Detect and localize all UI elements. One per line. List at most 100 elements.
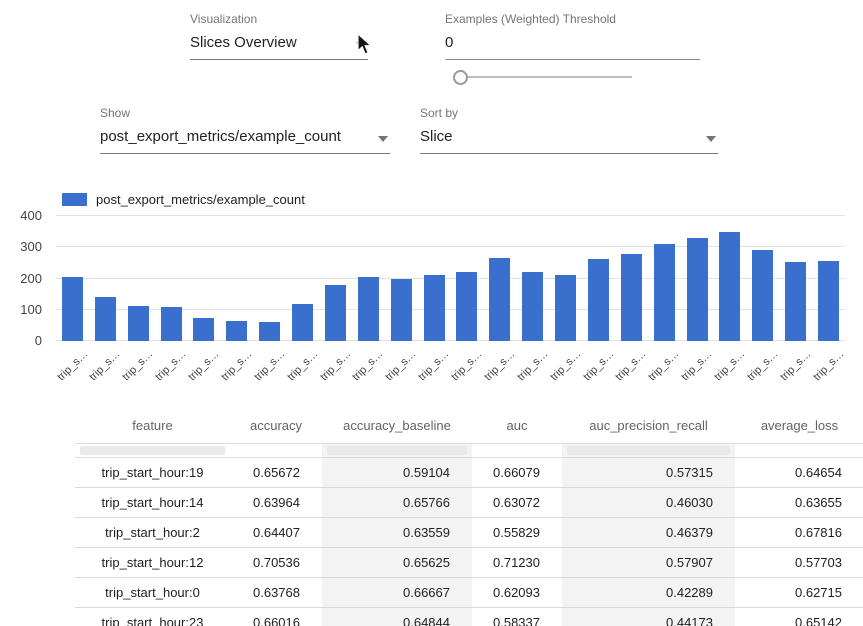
column-header-average_loss[interactable]: average_loss bbox=[735, 408, 863, 444]
column-header-auc[interactable]: auc bbox=[472, 408, 562, 444]
filter-input[interactable] bbox=[327, 446, 467, 455]
x-tick-slot: trip_s… bbox=[714, 343, 747, 389]
tfma-slicing-metrics-view: Visualization Slices Overview Examples (… bbox=[0, 0, 863, 626]
x-tick-slot: trip_s… bbox=[582, 343, 615, 389]
bar-slot bbox=[188, 216, 221, 341]
threshold-slider[interactable] bbox=[451, 69, 632, 84]
bar[interactable] bbox=[687, 238, 708, 341]
slider-knob[interactable] bbox=[453, 70, 468, 85]
visualization-label: Visualization bbox=[190, 12, 368, 26]
table-row[interactable]: trip_start_hour:120.705360.656250.712300… bbox=[75, 548, 863, 578]
x-tick-slot: trip_s… bbox=[89, 343, 122, 389]
visualization-value: Slices Overview bbox=[190, 34, 297, 51]
filter-cell bbox=[472, 444, 562, 458]
table-header-row: featureaccuracyaccuracy_baselineaucauc_p… bbox=[75, 408, 863, 444]
x-tick-label: trip_s… bbox=[318, 348, 353, 383]
bar[interactable] bbox=[292, 304, 313, 342]
cell-feature: trip_start_hour:2 bbox=[75, 518, 230, 548]
cell-metric: 0.65672 bbox=[230, 458, 322, 488]
bar[interactable] bbox=[128, 306, 149, 341]
bar-slot bbox=[319, 216, 352, 341]
bar[interactable] bbox=[456, 272, 477, 341]
visualization-dropdown[interactable]: Slices Overview bbox=[190, 28, 368, 60]
cell-metric: 0.67816 bbox=[735, 518, 863, 548]
x-tick-slot: trip_s… bbox=[451, 343, 484, 389]
cell-metric: 0.57315 bbox=[562, 458, 735, 488]
legend-swatch bbox=[62, 193, 87, 206]
bar[interactable] bbox=[588, 259, 609, 341]
bar[interactable] bbox=[752, 250, 773, 341]
bar[interactable] bbox=[325, 285, 346, 341]
cell-metric: 0.42289 bbox=[562, 578, 735, 608]
filter-input[interactable] bbox=[80, 446, 225, 455]
x-tick-slot: trip_s… bbox=[615, 343, 648, 389]
cell-metric: 0.55829 bbox=[472, 518, 562, 548]
y-tick-label: 400 bbox=[20, 208, 42, 223]
column-header-accuracy_baseline[interactable]: accuracy_baseline bbox=[322, 408, 472, 444]
x-tick-label: trip_s… bbox=[614, 348, 649, 383]
bar[interactable] bbox=[259, 322, 280, 341]
cell-metric: 0.66079 bbox=[472, 458, 562, 488]
bar-slot bbox=[155, 216, 188, 341]
cell-metric: 0.46030 bbox=[562, 488, 735, 518]
column-header-accuracy[interactable]: accuracy bbox=[230, 408, 322, 444]
bar[interactable] bbox=[193, 318, 214, 341]
bar[interactable] bbox=[358, 277, 379, 341]
table-row[interactable]: trip_start_hour:190.656720.591040.660790… bbox=[75, 458, 863, 488]
bar[interactable] bbox=[719, 232, 740, 341]
filter-input[interactable] bbox=[567, 446, 730, 455]
bar[interactable] bbox=[621, 254, 642, 341]
cell-metric: 0.46379 bbox=[562, 518, 735, 548]
bar[interactable] bbox=[226, 321, 247, 341]
bar[interactable] bbox=[424, 275, 445, 341]
show-label: Show bbox=[100, 106, 390, 120]
bar[interactable] bbox=[555, 275, 576, 341]
cell-metric: 0.65142 bbox=[735, 608, 863, 626]
bar[interactable] bbox=[654, 244, 675, 342]
bar[interactable] bbox=[489, 258, 510, 341]
bar-slot bbox=[56, 216, 89, 341]
cell-metric: 0.63655 bbox=[735, 488, 863, 518]
x-tick-label: trip_s… bbox=[712, 348, 747, 383]
slider-track[interactable] bbox=[453, 76, 632, 78]
x-tick-label: trip_s… bbox=[285, 348, 320, 383]
bar[interactable] bbox=[161, 307, 182, 341]
bar[interactable] bbox=[62, 277, 83, 341]
bar[interactable] bbox=[95, 297, 116, 341]
bar[interactable] bbox=[522, 272, 543, 341]
bar[interactable] bbox=[818, 261, 839, 341]
column-header-feature[interactable]: feature bbox=[75, 408, 230, 444]
table-row[interactable]: trip_start_hour:230.660160.648440.583370… bbox=[75, 608, 863, 626]
x-tick-label: trip_s… bbox=[416, 348, 451, 383]
x-tick-slot: trip_s… bbox=[253, 343, 286, 389]
table-row[interactable]: trip_start_hour:140.639640.657660.630720… bbox=[75, 488, 863, 518]
filter-cell bbox=[322, 444, 472, 458]
bar-slot bbox=[286, 216, 319, 341]
cell-metric: 0.71230 bbox=[472, 548, 562, 578]
filter-cell bbox=[230, 444, 322, 458]
show-dropdown[interactable]: post_export_metrics/example_count bbox=[100, 122, 390, 154]
sort-by-dropdown[interactable]: Slice bbox=[420, 122, 718, 154]
bar-slot bbox=[779, 216, 812, 341]
x-tick-label: trip_s… bbox=[646, 348, 681, 383]
filter-cell bbox=[735, 444, 863, 458]
cell-metric: 0.65625 bbox=[322, 548, 472, 578]
filter-cell bbox=[75, 444, 230, 458]
x-tick-label: trip_s… bbox=[679, 348, 714, 383]
x-tick-slot: trip_s… bbox=[418, 343, 451, 389]
bar-slot bbox=[451, 216, 484, 341]
bar-slot bbox=[89, 216, 122, 341]
cell-feature: trip_start_hour:14 bbox=[75, 488, 230, 518]
show-value: post_export_metrics/example_count bbox=[100, 128, 341, 145]
cell-metric: 0.63964 bbox=[230, 488, 322, 518]
x-tick-slot: trip_s… bbox=[286, 343, 319, 389]
table-row[interactable]: trip_start_hour:00.637680.666670.620930.… bbox=[75, 578, 863, 608]
column-header-auc_precision_recall[interactable]: auc_precision_recall bbox=[562, 408, 735, 444]
cell-metric: 0.59104 bbox=[322, 458, 472, 488]
bar[interactable] bbox=[785, 262, 806, 341]
table-row[interactable]: trip_start_hour:20.644070.635590.558290.… bbox=[75, 518, 863, 548]
bar[interactable] bbox=[391, 279, 412, 342]
cell-feature: trip_start_hour:23 bbox=[75, 608, 230, 626]
threshold-input[interactable]: 0 bbox=[445, 28, 700, 60]
mouse-cursor bbox=[355, 33, 373, 57]
